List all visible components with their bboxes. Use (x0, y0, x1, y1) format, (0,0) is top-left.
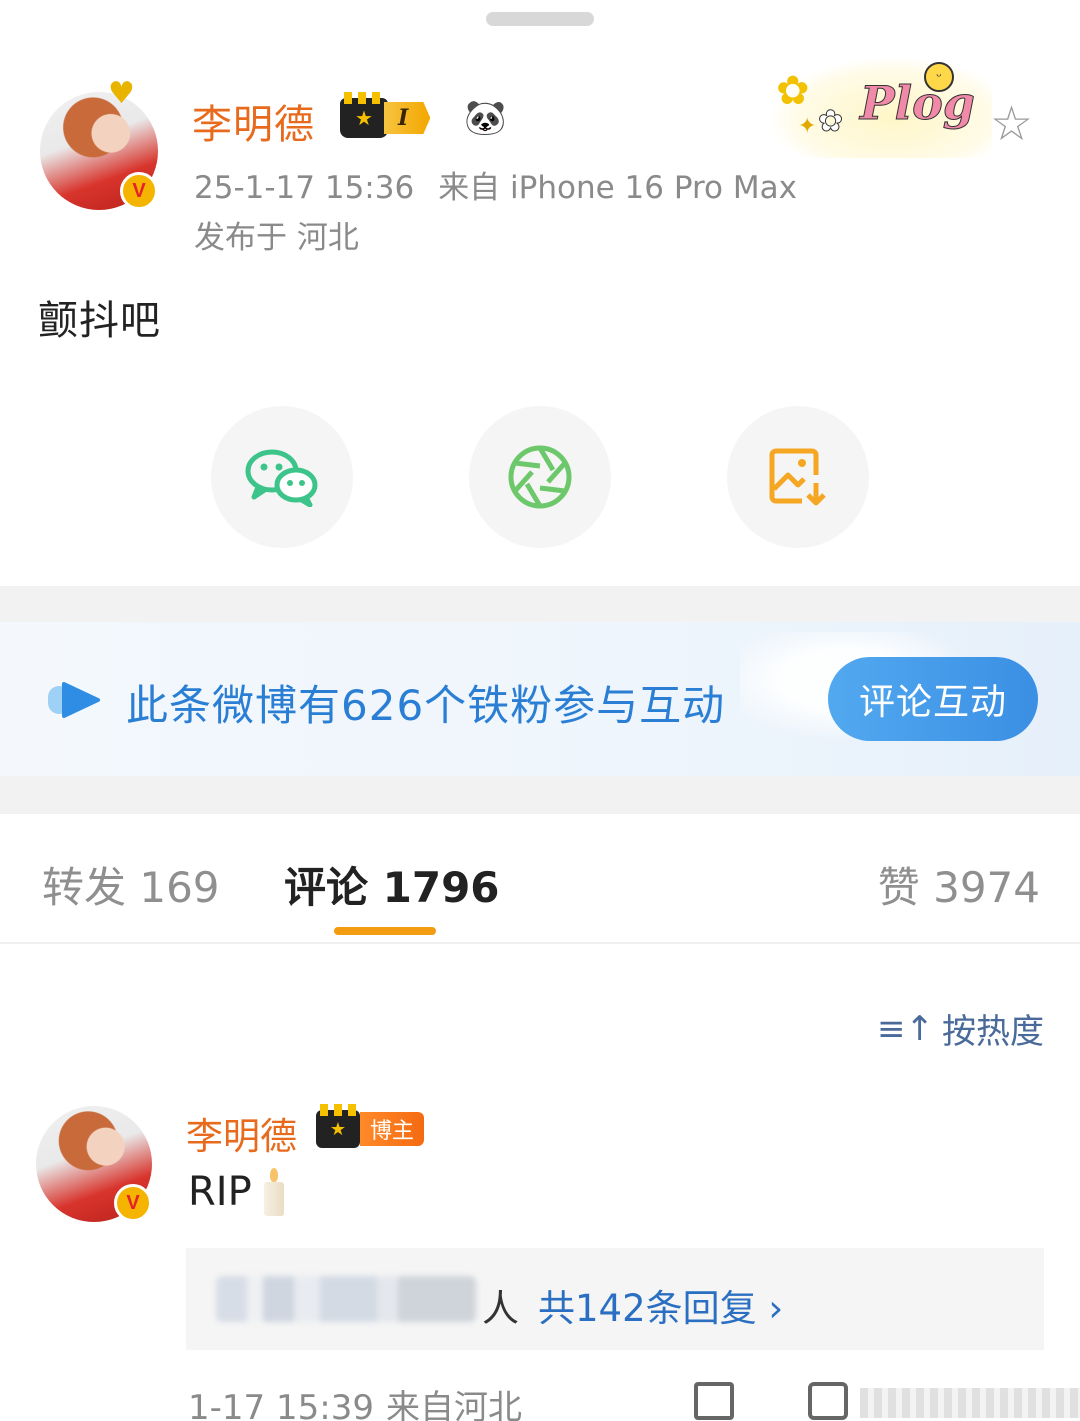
section-divider (0, 586, 1080, 622)
flower-icon: ✿ (817, 104, 844, 140)
wechat-icon (245, 449, 318, 507)
comment-body: RIP (188, 1169, 252, 1215)
comment-author-avatar[interactable]: V (36, 1106, 152, 1222)
fans-play-icon (48, 682, 100, 718)
wechat-share-button[interactable] (211, 406, 353, 548)
comment-actions (690, 1380, 1080, 1421)
verified-badge: V (120, 172, 158, 210)
view-replies-link[interactable]: 共142条回复 › (538, 1278, 783, 1332)
blurred-usernames (216, 1276, 476, 1322)
reply-suffix: 人 (482, 1287, 519, 1330)
candle-icon (262, 1168, 286, 1216)
section-divider (0, 776, 1080, 814)
moments-share-button[interactable] (469, 406, 611, 548)
level-badge: I (384, 102, 431, 134)
camera-aperture-icon (508, 445, 572, 509)
share-icon[interactable] (694, 1382, 734, 1420)
flower-icon: ✿ (776, 68, 810, 114)
crown-icon: ★ (340, 92, 388, 138)
author-name[interactable]: 李明德 (192, 92, 315, 150)
comment-meta: 1-17 15:39 来自河北 (188, 1380, 522, 1421)
camera-decoration-icon: ♥ (108, 76, 135, 111)
tab-repost[interactable]: 转发 169 (42, 854, 220, 915)
sheet-grabber[interactable] (486, 12, 594, 26)
post-location: 发布于 河北 (194, 220, 359, 256)
reply-icon[interactable] (808, 1382, 848, 1420)
vip-crown-badge[interactable]: ★ I (340, 92, 456, 138)
post-timestamp: 25-1-17 15:36 (194, 170, 415, 206)
share-row (0, 406, 1080, 548)
post-text: 颤抖吧 (38, 298, 161, 344)
reply-summary[interactable]: 人 共142条回复 › (186, 1248, 1044, 1350)
sparkle-icon: ✦ (798, 114, 817, 139)
author-tag: 博主 (360, 1112, 425, 1146)
comment-time: 1-17 15:39 (188, 1388, 374, 1421)
image-download-icon (769, 448, 826, 506)
comment-text: RIP (188, 1168, 286, 1216)
tab-comment[interactable]: 评论 1796 (284, 854, 500, 915)
author-avatar[interactable]: V (40, 92, 158, 210)
active-tab-indicator (334, 927, 436, 935)
fans-banner-text: 此条微博有626个铁粉参与互动 (126, 681, 726, 730)
comment-location: 来自河北 (385, 1388, 522, 1421)
watermark-overlay (860, 1388, 1080, 1418)
comment-author-name[interactable]: 李明德 (186, 1106, 297, 1160)
plog-decoration: ✿ ✿ ✦ Plog ᵕ (772, 58, 992, 158)
save-image-button[interactable] (727, 406, 869, 548)
post-source: 来自 iPhone 16 Pro Max (438, 170, 797, 206)
tab-like[interactable]: 赞 3974 (878, 854, 1040, 915)
post-tabs: 转发 169 评论 1796 赞 3974 (0, 814, 1080, 944)
post-meta: 25-1-17 15:36 来自 iPhone 16 Pro Max (194, 162, 797, 207)
panda-icon: 🐼 (464, 98, 507, 138)
smile-icon: ᵕ (924, 62, 954, 92)
plog-word: Plog (860, 76, 976, 131)
favorite-star-icon[interactable]: ☆ (990, 100, 1033, 148)
comment-interact-button[interactable]: 评论互动 (828, 657, 1038, 741)
verified-badge: V (114, 1184, 152, 1222)
post-detail-sheet: V ♥ 李明德 ★ I 🐼 25-1-17 15:36 来自 iPhone 16 … (0, 0, 1080, 1421)
sort-label: 按热度 (942, 1012, 1044, 1052)
sort-icon: ≡↑ (877, 1008, 934, 1049)
crown-icon: ★ (316, 1104, 360, 1148)
sort-by-heat-button[interactable]: ≡↑ 按热度 (877, 1004, 1044, 1053)
